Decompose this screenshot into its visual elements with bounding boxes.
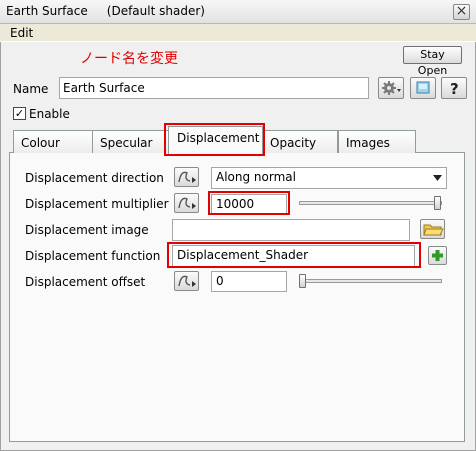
offset-input[interactable]: 0 bbox=[211, 271, 287, 292]
help-icon: ? bbox=[450, 80, 459, 98]
gear-icon bbox=[382, 81, 401, 95]
offset-slider-thumb[interactable] bbox=[299, 274, 306, 288]
curve-edit-icon bbox=[178, 275, 196, 287]
name-input[interactable]: Earth Surface bbox=[59, 77, 369, 99]
enable-label: Enable bbox=[29, 107, 70, 121]
multiplier-curve-button[interactable] bbox=[174, 193, 199, 213]
help-button[interactable]: ? bbox=[441, 77, 467, 99]
curve-edit-icon bbox=[178, 171, 196, 183]
direction-dropdown[interactable]: Along normal bbox=[211, 167, 447, 189]
tab-images[interactable]: Images bbox=[338, 130, 416, 153]
multiplier-highlight bbox=[208, 191, 290, 215]
close-button[interactable]: × bbox=[453, 4, 470, 20]
browse-image-button[interactable] bbox=[420, 219, 445, 239]
offset-curve-button[interactable] bbox=[174, 271, 199, 291]
window-title: Earth Surface (Default shader) bbox=[6, 4, 205, 18]
image-label: Displacement image bbox=[25, 223, 149, 237]
gear-menu-button[interactable] bbox=[378, 77, 404, 99]
add-function-button[interactable] bbox=[428, 246, 447, 265]
menu-bar bbox=[0, 24, 476, 42]
offset-label: Displacement offset bbox=[25, 275, 146, 289]
svg-text:?: ? bbox=[450, 80, 459, 98]
function-label: Displacement function bbox=[25, 249, 161, 263]
displacement-tab-highlight bbox=[164, 123, 265, 156]
curve-edit-icon bbox=[178, 197, 196, 209]
direction-curve-button[interactable] bbox=[174, 167, 199, 187]
folder-icon bbox=[423, 224, 444, 236]
direction-label: Displacement direction bbox=[25, 171, 164, 185]
chevron-down-icon bbox=[433, 175, 442, 181]
tab-colour[interactable]: Colour bbox=[13, 130, 93, 153]
color-swatch-icon bbox=[416, 81, 430, 94]
tab-specular[interactable]: Specular bbox=[92, 130, 169, 153]
offset-slider[interactable] bbox=[299, 279, 442, 283]
enable-checkbox[interactable]: ✓ bbox=[13, 107, 26, 120]
menu-edit[interactable]: Edit bbox=[10, 26, 33, 40]
function-highlight bbox=[167, 242, 421, 268]
tab-opacity[interactable]: Opacity bbox=[262, 130, 338, 153]
image-input[interactable] bbox=[172, 219, 410, 241]
annotation-text: ノード名を変更 bbox=[80, 51, 178, 67]
direction-value: Along normal bbox=[216, 170, 296, 184]
name-label: Name bbox=[13, 82, 49, 96]
multiplier-label: Displacement multiplier bbox=[25, 197, 169, 211]
multiplier-slider[interactable] bbox=[299, 201, 442, 205]
add-icon bbox=[432, 250, 443, 261]
stay-open-button[interactable]: Stay Open bbox=[403, 46, 462, 77]
multiplier-slider-thumb[interactable] bbox=[434, 196, 441, 210]
color-swatch-button[interactable] bbox=[410, 77, 436, 99]
